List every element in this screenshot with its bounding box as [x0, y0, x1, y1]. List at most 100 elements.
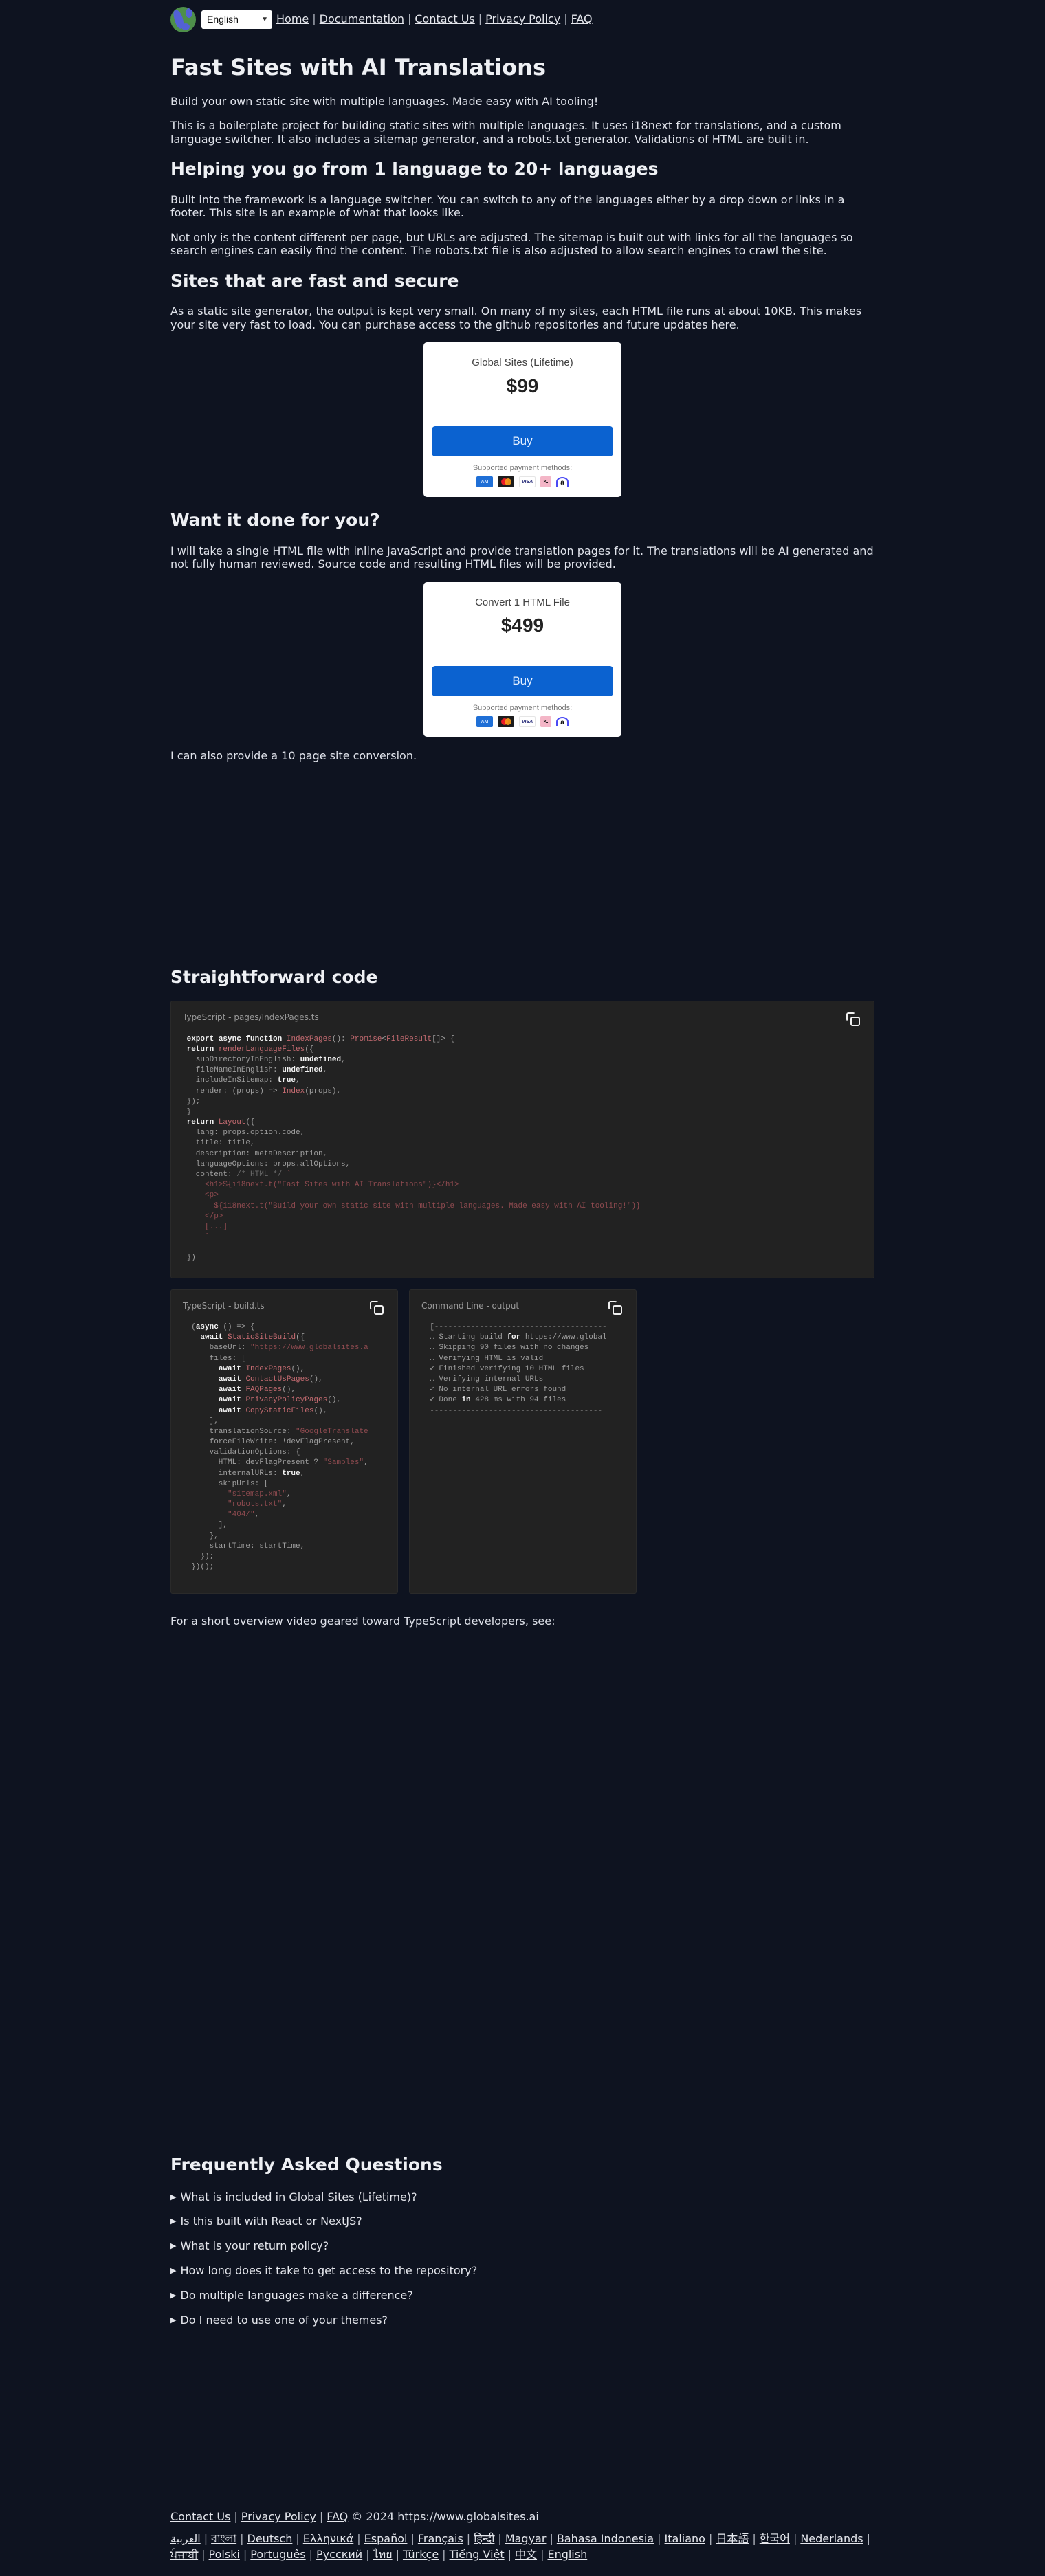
- footer-language-link[interactable]: Tiếng Việt: [450, 2548, 505, 2561]
- code-block-build: TypeScript - build.ts (async () => { awa…: [170, 1289, 398, 1594]
- languages-paragraph-2: Not only is the content different per pa…: [170, 230, 853, 258]
- top-nav: English ▼ Home | Documentation | Contact Us |…: [170, 0, 874, 38]
- separator: |: [478, 12, 483, 25]
- footer-language-link[interactable]: العربية: [170, 2532, 201, 2545]
- copyright: © 2024 https://www.globalsites.ai: [351, 2510, 539, 2524]
- faq-item[interactable]: Do I need to use one of your themes?: [170, 2313, 874, 2328]
- copy-icon[interactable]: [608, 1300, 624, 1316]
- footer-language-link[interactable]: বাংলা: [211, 2532, 236, 2545]
- footer-language-link[interactable]: Nederlands: [800, 2532, 863, 2545]
- language-select-value: English: [207, 13, 239, 25]
- footer-language-link[interactable]: Français: [418, 2532, 463, 2545]
- nav-link-faq[interactable]: FAQ: [571, 12, 593, 25]
- language-select[interactable]: English ▼: [201, 10, 272, 29]
- nav-link-home[interactable]: Home: [276, 12, 309, 25]
- footer-language-link[interactable]: ไทย: [373, 2548, 393, 2561]
- footer-language-link[interactable]: Español: [364, 2532, 408, 2545]
- product-name: Convert 1 HTML File: [475, 596, 570, 608]
- footer-language-link[interactable]: हिन्दी: [474, 2532, 494, 2545]
- footer: Contact Us | Privacy Policy | FAQ © 2024 htt…: [170, 2510, 874, 2562]
- languages-paragraph-1: Built into the framework is a language s…: [170, 192, 845, 220]
- nav-link-documentation[interactable]: Documentation: [320, 12, 404, 25]
- globe-icon: [170, 7, 196, 32]
- mastercard-icon: [498, 716, 514, 728]
- footer-language-link[interactable]: Bahasa Indonesia: [557, 2532, 654, 2545]
- languages-heading: Helping you go from 1 language to 20+ la…: [170, 159, 659, 179]
- footer-language-link[interactable]: 中文: [515, 2548, 537, 2561]
- affirm-icon: a: [556, 477, 569, 487]
- payment-methods: AM VISA K. a: [432, 716, 613, 728]
- product-price: $99: [506, 375, 539, 397]
- done-heading: Want it done for you?: [170, 510, 380, 531]
- product-price: $499: [500, 614, 544, 636]
- faq-question[interactable]: Is this built with React or NextJS?: [170, 2214, 874, 2229]
- buy-button[interactable]: Buy: [432, 665, 613, 696]
- faq-heading: Frequently Asked Questions: [170, 2155, 443, 2175]
- faq-item[interactable]: Is this built with React or NextJS?: [170, 2214, 874, 2229]
- footer-language-link[interactable]: 한국어: [760, 2532, 790, 2545]
- payment-methods-label: Supported payment methods:: [472, 464, 573, 473]
- footer-language-link[interactable]: 日本語: [716, 2532, 749, 2545]
- footer-language-link[interactable]: Italiano: [665, 2532, 705, 2545]
- amex-icon: AM: [476, 476, 493, 488]
- page-title: Fast Sites with AI Translations: [170, 54, 546, 80]
- footer-language-link[interactable]: Русский: [316, 2548, 362, 2561]
- footer-language-link[interactable]: Deutsch: [248, 2532, 293, 2545]
- footer-link-contact-us[interactable]: Contact Us: [170, 2510, 230, 2523]
- footer-language-link[interactable]: Magyar: [505, 2532, 547, 2545]
- faq-item[interactable]: What is included in Global Sites (Lifeti…: [170, 2190, 874, 2205]
- copy-icon[interactable]: [370, 1300, 385, 1316]
- separator: |: [410, 2531, 415, 2545]
- conversion-note: I can also provide a 10 page site conver…: [170, 749, 417, 763]
- nav-link-contact-us[interactable]: Contact Us: [415, 12, 474, 25]
- video-embed-area: [170, 1639, 874, 2154]
- separator: |: [466, 2531, 471, 2545]
- separator: |: [319, 2510, 324, 2524]
- product-name: Global Sites (Lifetime): [472, 357, 573, 369]
- separator: |: [395, 2548, 399, 2562]
- footer-language-link[interactable]: Português: [250, 2548, 305, 2561]
- faq-question[interactable]: Do I need to use one of your themes?: [170, 2313, 874, 2328]
- klarna-icon: K.: [540, 476, 551, 488]
- footer-link-faq[interactable]: FAQ: [327, 2510, 348, 2523]
- video-embed-area: [170, 774, 874, 954]
- code-block-title: TypeScript - build.ts: [183, 1300, 265, 1311]
- chevron-down-icon: ▼: [261, 15, 268, 23]
- fast-heading: Sites that are fast and secure: [170, 270, 459, 291]
- separator: |: [498, 2531, 502, 2545]
- separator: |: [357, 2531, 361, 2545]
- separator: |: [657, 2531, 661, 2545]
- faq-question[interactable]: Do multiple languages make a difference?: [170, 2289, 874, 2303]
- footer-language-link[interactable]: ਪੰਜਾਬੀ: [170, 2548, 198, 2561]
- footer-language-link[interactable]: Türkçe: [403, 2548, 439, 2561]
- footer-language-link[interactable]: Ελληνικά: [303, 2532, 354, 2545]
- footer-links: Contact Us | Privacy Policy | FAQ © 2024 htt…: [170, 2510, 874, 2524]
- copy-icon[interactable]: [846, 1012, 861, 1028]
- separator: |: [312, 12, 316, 25]
- buy-button[interactable]: Buy: [432, 426, 613, 457]
- footer-language-link[interactable]: Polski: [209, 2548, 240, 2561]
- code-content: export async function IndexPages(): Prom…: [182, 1034, 641, 1263]
- separator: |: [201, 2548, 206, 2562]
- page: English ▼ Home | Documentation | Contact Us |…: [170, 0, 874, 2562]
- footer-link-privacy-policy[interactable]: Privacy Policy: [241, 2510, 316, 2523]
- faq-item[interactable]: Do multiple languages make a difference?: [170, 2289, 874, 2303]
- separator: |: [309, 2548, 314, 2562]
- faq-item[interactable]: What is your return policy?: [170, 2239, 874, 2254]
- separator: |: [866, 2531, 870, 2545]
- product-card-row: Global Sites (Lifetime) $99 Buy Supporte…: [170, 342, 874, 498]
- separator: |: [296, 2531, 300, 2545]
- visa-icon: VISA: [519, 716, 536, 728]
- faq-question[interactable]: What is included in Global Sites (Lifeti…: [170, 2190, 874, 2205]
- nav-link-privacy-policy[interactable]: Privacy Policy: [485, 12, 560, 25]
- code-pair: TypeScript - build.ts (async () => { awa…: [170, 1289, 874, 1594]
- affirm-icon: a: [556, 717, 569, 727]
- amex-icon: AM: [476, 716, 493, 728]
- faq-question[interactable]: How long does it take to get access to t…: [170, 2264, 874, 2278]
- code-block-command-line: Command Line - output [-----------------…: [409, 1289, 637, 1594]
- faq-item[interactable]: How long does it take to get access to t…: [170, 2264, 874, 2278]
- faq-question[interactable]: What is your return policy?: [170, 2239, 874, 2254]
- fast-paragraph: As a static site generator, the output i…: [170, 304, 862, 331]
- product-card: Convert 1 HTML File $499 Buy Supported p…: [424, 581, 622, 737]
- footer-language-link[interactable]: English: [547, 2548, 587, 2561]
